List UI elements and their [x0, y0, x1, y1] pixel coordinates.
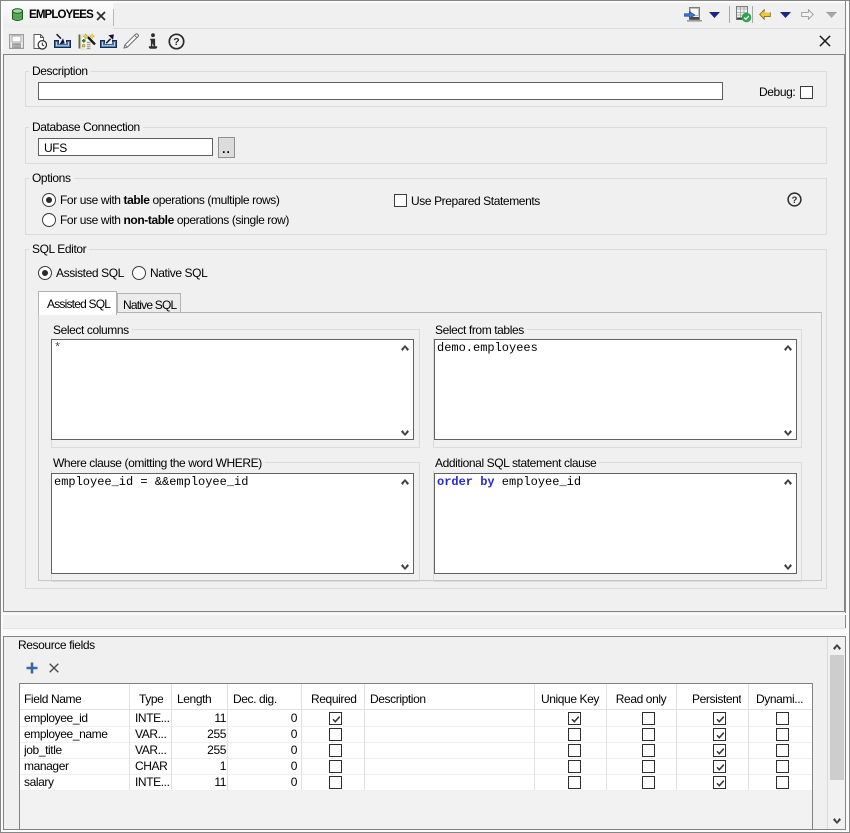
svg-text:?: ?: [173, 36, 179, 48]
svg-text:?: ?: [792, 195, 798, 206]
